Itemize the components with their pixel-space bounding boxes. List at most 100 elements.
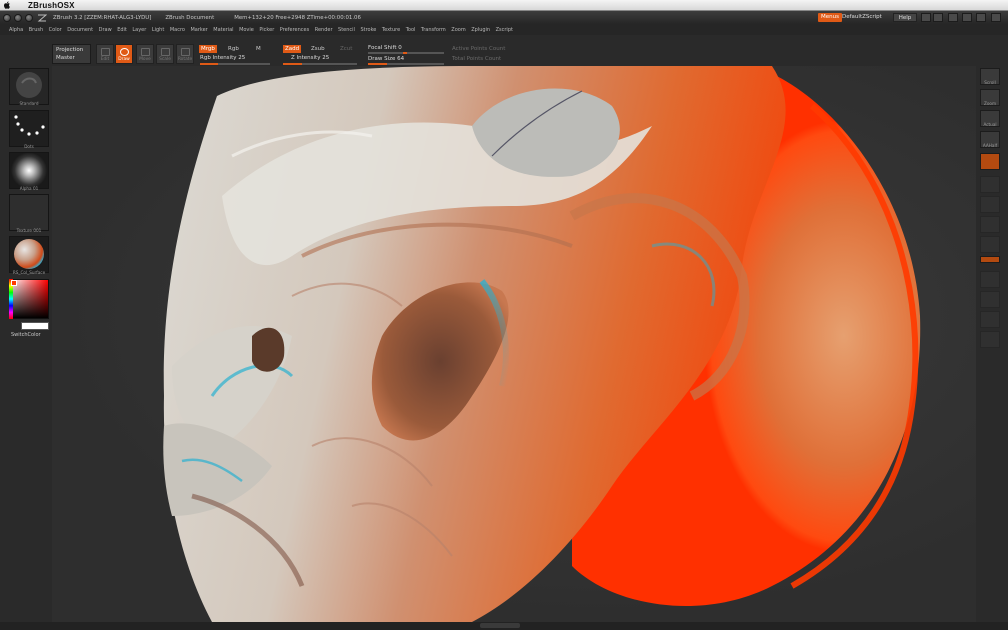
rgb-button[interactable]: Rgb	[226, 45, 241, 53]
sculpt-model	[163, 66, 921, 622]
menu-edit[interactable]: Edit	[117, 27, 127, 33]
layout2-icon[interactable]	[962, 13, 972, 22]
menu-preferences[interactable]: Preferences	[280, 27, 309, 33]
app-name[interactable]: ZBrushOSX	[28, 1, 75, 10]
menu-transform[interactable]: Transform	[421, 27, 446, 33]
menu-material[interactable]: Material	[213, 27, 233, 33]
z-intensity-label: Z Intensity 25	[291, 55, 330, 61]
main-menu: Alpha Brush Color Document Draw Edit Layer Ligh…	[0, 24, 1008, 35]
menu-draw[interactable]: Draw	[99, 27, 112, 33]
active-points-label: Active Points Count	[452, 46, 506, 52]
mac-menubar: ZBrushOSX	[0, 0, 1008, 11]
minimize-window-button[interactable]	[14, 13, 22, 22]
menu-tool[interactable]: Tool	[406, 27, 416, 33]
toolbar: Projection Master Edit Draw Move Scale R…	[0, 35, 1008, 66]
arrow-left-icon[interactable]	[921, 13, 931, 22]
mrgb-button[interactable]: Mrgb	[199, 45, 217, 53]
document-canvas[interactable]	[52, 66, 976, 622]
move-icon	[141, 48, 150, 56]
menu-movie[interactable]: Movie	[239, 27, 254, 33]
texture-thumbnail[interactable]	[9, 194, 49, 231]
bottom-tray-handle[interactable]	[480, 623, 520, 628]
dots-stroke-icon	[14, 115, 45, 136]
polyf-button[interactable]	[980, 256, 1000, 263]
menu-render[interactable]: Render	[315, 27, 333, 33]
menu-alpha[interactable]: Alpha	[9, 27, 23, 33]
default-zscript-button[interactable]: DefaultZScript	[842, 13, 882, 22]
rotate-button[interactable]: Rotate	[176, 44, 194, 64]
menu-light[interactable]: Light	[152, 27, 164, 33]
rotate-view-button[interactable]	[980, 311, 1000, 328]
close-window-button[interactable]	[3, 13, 11, 22]
aahalf-label: AAHalf	[982, 143, 998, 148]
zsub-button[interactable]: Zsub	[309, 45, 327, 53]
menu-macro[interactable]: Macro	[170, 27, 185, 33]
focal-shift-label: Focal Shift 0	[368, 45, 402, 51]
memory-stats: Mem+132+20 Free+2948 ZTime+00:00:01.06	[234, 14, 361, 21]
menu-texture[interactable]: Texture	[382, 27, 400, 33]
transp-button[interactable]	[980, 331, 1000, 348]
menu-zplugin[interactable]: Zplugin	[471, 27, 490, 33]
menus-button[interactable]: Menus	[818, 13, 842, 22]
move-button[interactable]: Move	[136, 44, 154, 64]
material-label: Standard	[19, 101, 39, 106]
scroll-label: Scroll	[984, 80, 996, 85]
bottom-bar	[0, 622, 1008, 630]
layout4-icon[interactable]	[991, 13, 1001, 22]
material-thumbnail[interactable]	[9, 68, 49, 105]
zadd-button[interactable]: Zadd	[283, 45, 302, 53]
app-title: ZBrush 3.2 [ZZEM:RHAT-ALG3-LYDU]	[53, 14, 152, 21]
draw-button[interactable]: Draw	[115, 44, 133, 64]
m-button[interactable]: M	[254, 45, 263, 53]
master-label: Master	[56, 55, 75, 61]
menu-brush[interactable]: Brush	[29, 27, 43, 33]
apple-icon[interactable]	[0, 0, 14, 11]
floor-button[interactable]	[980, 176, 1000, 193]
stroke-thumbnail[interactable]	[9, 110, 49, 147]
edit-icon	[101, 48, 110, 56]
menu-color[interactable]: Color	[49, 27, 62, 33]
menu-zoom[interactable]: Zoom	[451, 27, 465, 33]
secondary-color-swatch[interactable]	[21, 322, 49, 330]
layout3-icon[interactable]	[976, 13, 986, 22]
zoom-window-button[interactable]	[25, 13, 33, 22]
focal-shift-fill	[403, 52, 407, 54]
xyz-button[interactable]	[980, 216, 1000, 233]
stroke-label: Dots	[24, 144, 34, 149]
move-view-button[interactable]	[980, 271, 1000, 288]
draw-size-label: Draw Size 64	[368, 56, 405, 62]
persp-button[interactable]	[980, 153, 1000, 170]
total-points-label: Total Points Count	[452, 56, 502, 62]
draw-icon	[120, 48, 129, 56]
actual-label: Actual	[983, 122, 997, 127]
switch-color-button[interactable]: SwitchColor	[11, 332, 41, 338]
menu-picker[interactable]: Picker	[259, 27, 274, 33]
rotate-icon	[181, 48, 190, 56]
scale-view-button[interactable]	[980, 291, 1000, 308]
texture-label: Texture 001	[16, 228, 42, 233]
menu-document[interactable]: Document	[67, 27, 93, 33]
menu-layer[interactable]: Layer	[132, 27, 146, 33]
menu-stencil[interactable]: Stencil	[338, 27, 355, 33]
matcap-thumbnail[interactable]	[9, 236, 49, 273]
local-button[interactable]	[980, 196, 1000, 213]
edit-button[interactable]: Edit	[96, 44, 114, 64]
menu-zscript[interactable]: Zscript	[496, 27, 513, 33]
help-button[interactable]: Help	[893, 13, 917, 22]
alpha-thumbnail[interactable]	[9, 152, 49, 189]
frame-button[interactable]	[980, 236, 1000, 253]
draw-size-fill	[368, 63, 387, 65]
menu-marker[interactable]: Marker	[190, 27, 207, 33]
scale-icon	[161, 48, 170, 56]
rgb-intensity-fill	[200, 63, 218, 65]
layout-icon[interactable]	[948, 13, 958, 22]
document-title: ZBrush Document	[165, 14, 215, 21]
menu-stroke[interactable]: Stroke	[360, 27, 376, 33]
scale-button[interactable]: Scale	[156, 44, 174, 64]
zcut-button[interactable]: Zcut	[338, 45, 354, 53]
z-intensity-fill	[283, 63, 302, 65]
main-color-swatch[interactable]	[11, 280, 17, 286]
arrow-right-icon[interactable]	[933, 13, 943, 22]
projection-master-button[interactable]: Projection Master	[52, 44, 91, 64]
left-shelf: Standard Dots Alpha 01 Texture 001 RS_Co…	[0, 66, 52, 624]
